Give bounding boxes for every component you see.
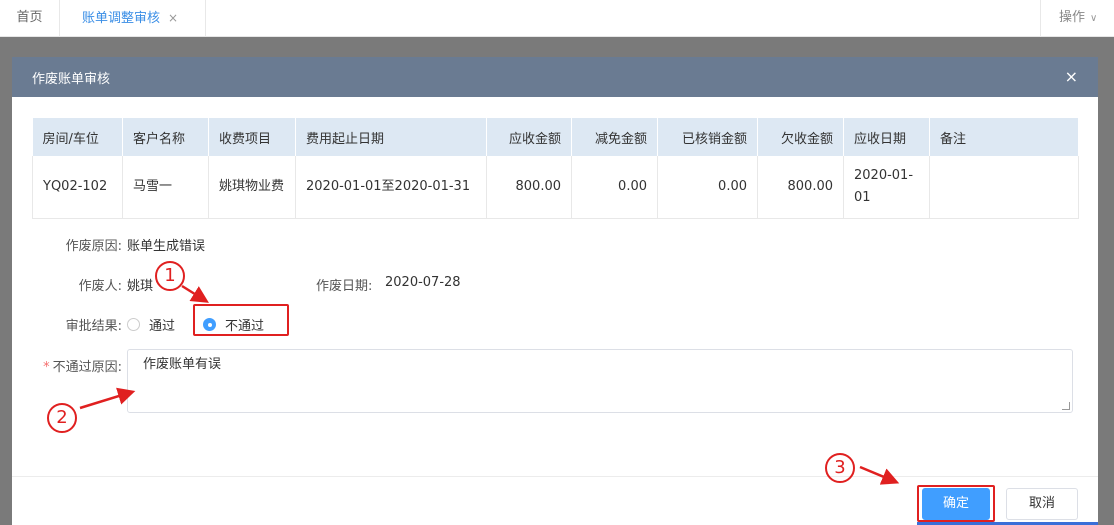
tab-bar: 首页 账单调整审核 × 操作 ∨ bbox=[0, 0, 1114, 37]
required-marker: * bbox=[43, 360, 50, 375]
void-date-label: 作废日期: bbox=[316, 279, 373, 294]
annotation-number-3: 3 bbox=[825, 453, 855, 483]
void-bill-review-dialog: 作废账单审核 × 房间/车位 客户名称 收费项目 费用起止日期 应收金额 减免金… bbox=[12, 57, 1098, 525]
col-discount: 减免金额 bbox=[571, 118, 658, 156]
col-room: 房间/车位 bbox=[32, 118, 123, 156]
void-reason-label: 作废原因: bbox=[65, 239, 122, 254]
dialog-header: 作废账单审核 × bbox=[12, 57, 1098, 97]
radio-pass[interactable]: 通过 bbox=[127, 315, 175, 334]
reject-reason-label-text: 不通过原因: bbox=[52, 360, 122, 375]
cell-period: 2020-01-01至2020-01-31 bbox=[295, 156, 487, 219]
tab-home[interactable]: 首页 bbox=[0, 0, 60, 37]
annotation-number-2: 2 bbox=[47, 403, 77, 433]
tab-active-label: 账单调整审核 bbox=[82, 11, 161, 26]
col-remark: 备注 bbox=[929, 118, 1079, 156]
cell-receivable: 800.00 bbox=[486, 156, 572, 219]
reject-reason-label: * 不通过原因: bbox=[12, 356, 122, 375]
table-row: YQ02-102 马雪一 姚琪物业费 2020-01-01至2020-01-31… bbox=[32, 156, 1079, 219]
tab-home-label: 首页 bbox=[16, 10, 43, 25]
cell-customer: 马雪一 bbox=[122, 156, 209, 219]
table-header-row: 房间/车位 客户名称 收费项目 费用起止日期 应收金额 减免金额 已核销金额 欠… bbox=[32, 118, 1079, 156]
col-receivable: 应收金额 bbox=[486, 118, 572, 156]
cell-remark bbox=[929, 156, 1079, 219]
footer-divider bbox=[12, 476, 1098, 477]
reject-reason-text: 作废账单有误 bbox=[143, 357, 222, 372]
cell-discount: 0.00 bbox=[571, 156, 658, 219]
col-item: 收费项目 bbox=[208, 118, 296, 156]
annotation-box-reject bbox=[193, 304, 289, 336]
close-icon[interactable]: × bbox=[168, 11, 178, 25]
operations-label: 操作 bbox=[1059, 10, 1086, 25]
cell-owed: 800.00 bbox=[757, 156, 844, 219]
bill-table: 房间/车位 客户名称 收费项目 费用起止日期 应收金额 减免金额 已核销金额 欠… bbox=[32, 118, 1079, 219]
reject-reason-textarea[interactable]: 作废账单有误 bbox=[127, 349, 1073, 413]
col-written-off: 已核销金额 bbox=[657, 118, 758, 156]
approval-result-label: 审批结果: bbox=[65, 319, 122, 334]
cell-room: YQ02-102 bbox=[32, 156, 123, 219]
col-period: 费用起止日期 bbox=[295, 118, 487, 156]
cell-item: 姚琪物业费 bbox=[208, 156, 296, 219]
col-owed: 欠收金额 bbox=[757, 118, 844, 156]
cell-written-off: 0.00 bbox=[657, 156, 758, 219]
tab-bill-adjust-review[interactable]: 账单调整审核 × bbox=[60, 0, 206, 37]
voider-label: 作废人: bbox=[78, 279, 122, 294]
cell-due-date: 2020-01-01 bbox=[843, 156, 930, 219]
close-icon[interactable]: × bbox=[1065, 67, 1078, 86]
col-due-date: 应收日期 bbox=[843, 118, 930, 156]
radio-pass-label: 通过 bbox=[149, 319, 176, 334]
void-reason-value: 账单生成错误 bbox=[127, 239, 206, 254]
chevron-down-icon: ∨ bbox=[1090, 13, 1098, 24]
operations-dropdown[interactable]: 操作 ∨ bbox=[1040, 0, 1114, 37]
dialog-title: 作废账单审核 bbox=[32, 72, 111, 87]
col-customer: 客户名称 bbox=[122, 118, 209, 156]
annotation-box-confirm bbox=[917, 485, 995, 522]
cancel-button[interactable]: 取消 bbox=[1006, 488, 1078, 520]
resize-handle-icon[interactable] bbox=[1062, 402, 1070, 410]
radio-dot[interactable] bbox=[127, 318, 140, 331]
annotation-number-1: 1 bbox=[155, 261, 185, 291]
voider-value: 姚琪 bbox=[127, 279, 154, 294]
void-date-value: 2020-07-28 bbox=[385, 275, 461, 290]
